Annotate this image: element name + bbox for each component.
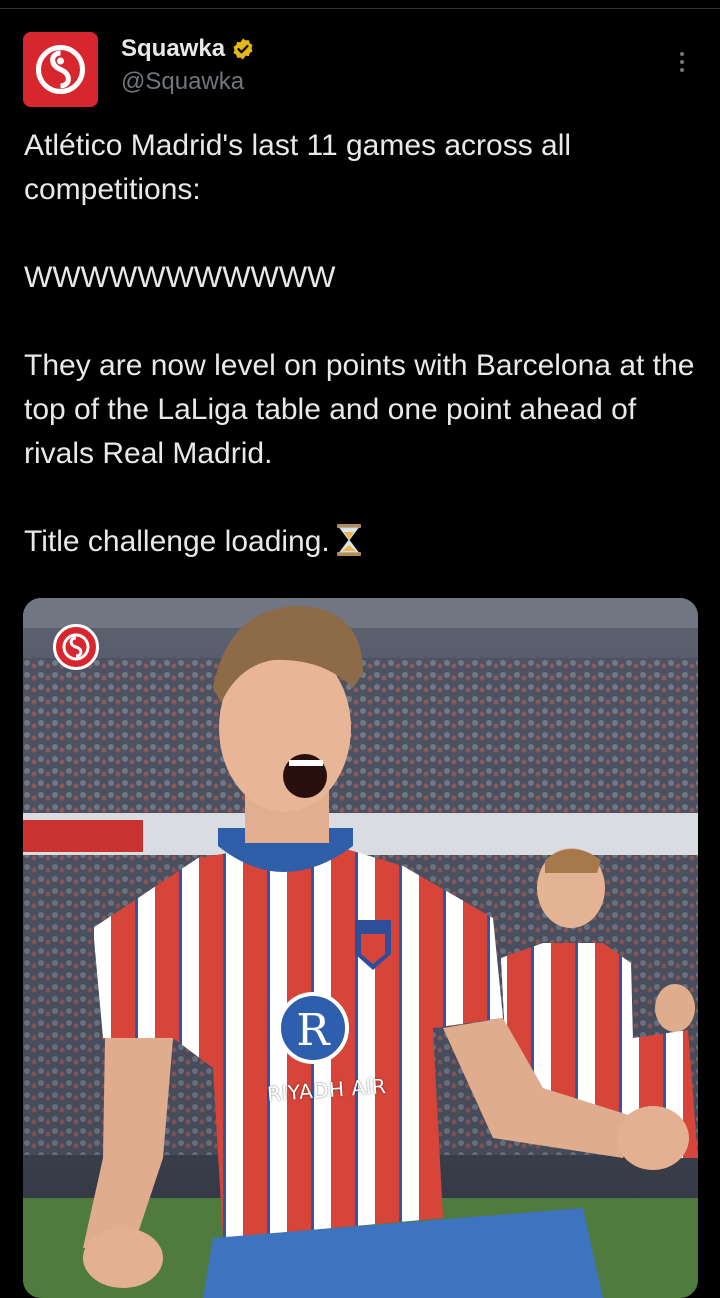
- tweet-photo[interactable]: R: [23, 598, 698, 1298]
- tweet-line-results: WWWWWWWWWWW: [24, 261, 336, 294]
- more-options-icon[interactable]: [664, 46, 700, 78]
- author-info[interactable]: Squawka @Squawka: [121, 32, 255, 96]
- gold-verified-badge-icon[interactable]: [231, 37, 255, 61]
- top-divider: [0, 8, 720, 9]
- tweet-line-closing: Title challenge loading.: [24, 520, 696, 570]
- celebrating-player-photo: R: [23, 598, 698, 1298]
- tweet-text: Atlético Madrid's last 11 games across a…: [24, 124, 696, 570]
- tweet-closing-text: Title challenge loading.: [24, 525, 330, 558]
- squawka-logo-icon: [23, 32, 98, 107]
- tweet-line-standings: They are now level on points with Barcel…: [24, 349, 695, 470]
- tweet-line-intro: Atlético Madrid's last 11 games across a…: [24, 129, 572, 206]
- author-display-name[interactable]: Squawka: [121, 35, 225, 63]
- author-handle[interactable]: @Squawka: [121, 68, 255, 96]
- author-avatar[interactable]: [23, 32, 98, 107]
- svg-text:R: R: [296, 1005, 331, 1056]
- squawka-logo-icon: [53, 624, 99, 670]
- hourglass-icon: [336, 523, 362, 570]
